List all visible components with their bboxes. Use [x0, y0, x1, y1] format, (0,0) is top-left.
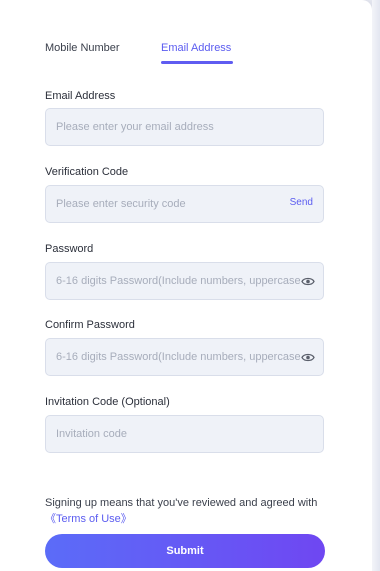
confirm-password-label: Confirm Password	[45, 319, 135, 331]
confirm-password-field	[45, 338, 324, 376]
page-edge	[372, 0, 380, 571]
tab-mobile-number[interactable]: Mobile Number	[45, 42, 120, 54]
terms-text: Signing up means that you've reviewed an…	[45, 497, 318, 509]
signup-card: Mobile Number Email Address Email Addres…	[0, 0, 372, 571]
invitation-code-label: Invitation Code (Optional)	[45, 396, 170, 408]
eye-icon[interactable]	[301, 352, 315, 363]
verification-code-input[interactable]	[56, 186, 286, 222]
password-label: Password	[45, 243, 94, 255]
password-field	[45, 262, 324, 300]
email-field	[45, 108, 324, 146]
terms-notice: Signing up means that you've reviewed an…	[45, 495, 335, 527]
active-tab-indicator	[161, 61, 233, 64]
tab-email-address[interactable]: Email Address	[161, 42, 231, 54]
password-input[interactable]	[56, 263, 300, 299]
eye-icon[interactable]	[301, 276, 315, 287]
invitation-code-field	[45, 415, 324, 453]
send-code-button[interactable]: Send	[290, 197, 313, 208]
confirm-password-input[interactable]	[56, 339, 300, 375]
terms-of-use-link[interactable]: 《Terms of Use》	[45, 513, 132, 525]
verification-code-field: Send	[45, 185, 324, 223]
email-input[interactable]	[56, 109, 316, 145]
submit-button[interactable]: Submit	[45, 534, 325, 568]
invitation-code-input[interactable]	[56, 416, 316, 452]
verification-code-label: Verification Code	[45, 166, 129, 178]
email-label: Email Address	[45, 90, 116, 102]
